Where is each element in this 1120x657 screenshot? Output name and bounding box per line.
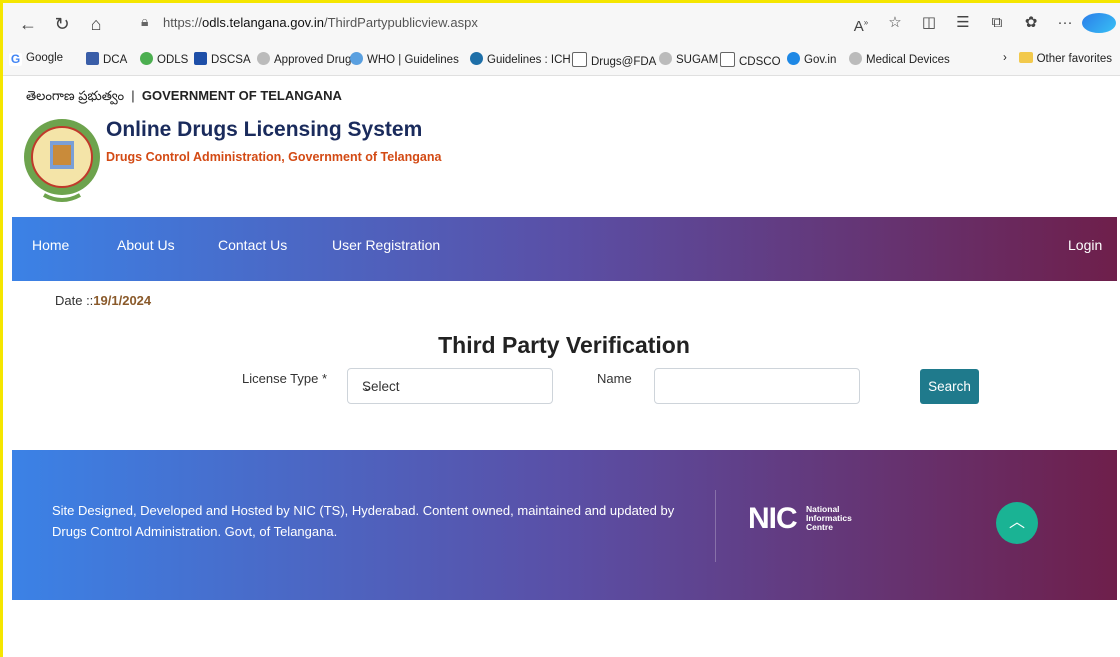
read-aloud-icon[interactable]: A» [844,11,878,35]
telangana-emblem-logo [24,119,100,202]
chevron-right-icon[interactable]: › [1003,52,1007,64]
window-border-left [0,0,3,657]
refresh-icon[interactable]: ↻ [51,13,73,35]
favorite-star-icon[interactable]: ☆ [878,11,912,35]
copilot-icon[interactable] [1082,11,1116,35]
toolbar-icons: A» ☆ ◫ ☰ ⧉ ✿ ··· [844,11,1116,35]
site-footer: Site Designed, Developed and Hosted by N… [12,450,1117,600]
fav-ich[interactable]: Guidelines : ICH [470,52,571,66]
search-button[interactable]: Search [920,369,979,404]
address-bar[interactable]: 🔒︎ https://odls.telangana.gov.in/ThirdPa… [131,9,921,39]
ich-icon [470,52,483,65]
emblem-icon [659,52,672,65]
nic-logo-mark: NIC [748,502,798,535]
fav-drugs-fda[interactable]: Drugs@FDA [572,52,656,68]
odls-icon [140,52,153,65]
emblem-icon [849,52,862,65]
split-screen-icon[interactable]: ◫ [912,11,946,35]
license-type-label: License Type * [242,371,328,386]
page-title: Third Party Verification [438,332,690,358]
favorites-bar: G Google DCA ODLS DSCSA Approved Drugs WH… [3,43,1120,76]
fav-gov-in[interactable]: Gov.in [787,52,836,66]
nav-home[interactable]: Home [32,237,69,253]
footer-divider [715,490,716,562]
fav-dscsa[interactable]: DSCSA [194,52,251,66]
fav-approved-drugs[interactable]: Approved Drugs [257,52,357,66]
fav-who[interactable]: WHO | Guidelines [350,52,459,66]
who-icon [350,52,363,65]
fav-google[interactable]: G Google [9,52,63,66]
fav-medical-devices[interactable]: Medical Devices [849,52,950,66]
chevron-down-icon: ⌄ [362,379,374,394]
nav-user-registration[interactable]: User Registration [332,237,440,253]
more-menu-icon[interactable]: ··· [1048,11,1082,35]
name-input[interactable] [654,368,860,404]
fav-sugam[interactable]: SUGAM [659,52,718,66]
url-text[interactable]: https://odls.telangana.gov.in/ThirdParty… [163,15,478,30]
page-icon [720,52,735,67]
date-display: Date ::19/1/2024 [55,293,152,308]
home-icon[interactable]: ⌂ [85,13,107,35]
gov-icon [787,52,800,65]
fav-cdsco[interactable]: CDSCO [720,52,781,68]
main-nav: Home About Us Contact Us User Registrati… [12,217,1117,281]
scroll-to-top-button[interactable]: ︿ [996,502,1038,544]
nav-login[interactable]: Login [1068,237,1102,253]
nav-contact-us[interactable]: Contact Us [218,237,287,253]
google-icon: G [9,52,22,66]
name-label: Name [597,371,632,386]
dca-icon [86,52,99,65]
back-arrow-icon[interactable]: ← [17,13,39,35]
fda-icon [194,52,207,65]
page-info-icon[interactable]: 🔒︎ [141,13,148,30]
fav-odls[interactable]: ODLS [140,52,188,66]
nav-about-us[interactable]: About Us [117,237,175,253]
page-icon [572,52,587,67]
footer-credits: Site Designed, Developed and Hosted by N… [52,503,675,539]
govt-name: తెలంగాణ ప్రభుత్వం | GOVERNMENT OF TELANG… [26,88,342,103]
favorites-list-icon[interactable]: ☰ [946,11,980,35]
extensions-icon[interactable]: ✿ [1014,11,1048,35]
other-favorites[interactable]: Other favorites [1018,52,1112,65]
license-type-select[interactable]: Select ⌄ [347,368,553,404]
chevron-up-icon: ︿ [1008,514,1025,531]
site-subtitle: Drugs Control Administration, Government… [106,150,442,164]
browser-toolbar: ← ↻ ⌂ 🔒︎ https://odls.telangana.gov.in/T… [3,3,1120,43]
nic-logo-text: National Informatics Centre [806,504,852,532]
folder-icon [1018,52,1033,63]
fav-dca[interactable]: DCA [86,52,127,66]
emblem-icon [257,52,270,65]
site-title: Online Drugs Licensing System [106,118,423,141]
collections-icon[interactable]: ⧉ [980,11,1014,35]
